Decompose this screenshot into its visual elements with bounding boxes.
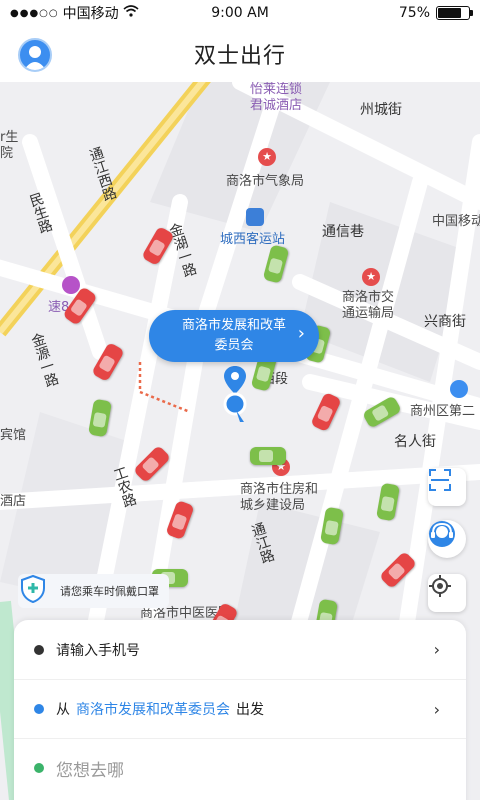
poi-tongxin: 通信巷	[322, 224, 364, 240]
car-window	[267, 257, 284, 275]
shield-icon	[21, 574, 45, 604]
car-window	[92, 412, 107, 428]
car-icon	[250, 447, 286, 465]
destination-row[interactable]: 您想去哪	[14, 738, 466, 797]
origin-row[interactable]: 从 商洛市发展和改革委员会 出发 ›	[14, 679, 466, 738]
poi-mobile: 中国移动	[432, 214, 480, 229]
customer-service-icon	[429, 521, 455, 547]
app-header: 双士出行	[0, 26, 480, 82]
user-avatar-icon[interactable]	[18, 38, 52, 72]
wifi-icon	[123, 5, 139, 21]
red-star-icon-2: ★	[362, 268, 380, 286]
poi-jiaotong: 商洛市交 通运输局	[342, 290, 395, 321]
mask-notice: 请您乘车时佩戴口罩	[18, 574, 169, 608]
purple-hotel-icon	[62, 276, 80, 294]
status-bar: ●●●○○ 中国移动 9:00 AM 75%	[0, 0, 480, 26]
car-window	[259, 450, 273, 462]
poi-zhoucheng: 州城街	[360, 102, 402, 118]
car-window	[255, 365, 272, 383]
locate-button[interactable]	[428, 574, 466, 612]
destination-input[interactable]: 您想去哪	[56, 756, 124, 781]
poi-left-top: r生 院	[0, 130, 19, 161]
scan-icon	[429, 469, 451, 491]
current-location-text: 商洛市发展和改革委员会	[181, 318, 286, 353]
poi-hotel-left: 宾馆	[0, 428, 27, 443]
current-location-bubble[interactable]: 商洛市发展和改革委员会 ›	[149, 310, 319, 362]
car-window	[371, 404, 390, 422]
location-pin-icon	[222, 364, 248, 424]
scan-button[interactable]	[428, 468, 466, 506]
chevron-right-icon: ›	[433, 640, 440, 659]
poi-qixiang: 商洛市气象局	[226, 174, 305, 189]
signal-icon: ●●●○○	[10, 7, 59, 19]
dark-dot	[34, 644, 44, 655]
poi-hotel-left2: 酒店	[0, 494, 27, 509]
phone-placeholder: 请输入手机号	[56, 642, 140, 659]
origin-suffix: 出发	[236, 702, 264, 718]
app-title: 双士出行	[193, 44, 286, 69]
poi-zhujian: 商洛市住房和 城乡建设局	[240, 482, 319, 513]
poi-shangzhou: 商州区第二	[410, 404, 476, 419]
chevron-right-icon-2: ›	[433, 699, 440, 719]
status-right: 75%	[398, 5, 473, 21]
mask-notice-text: 请您乘车时佩戴口罩	[60, 585, 159, 598]
car-window	[380, 496, 395, 512]
poi-yilai: 怡莱连锁 君诚酒店	[250, 82, 303, 113]
car-window	[98, 354, 116, 373]
battery-percent: 75%	[398, 5, 430, 21]
bus-icon	[246, 208, 264, 226]
blue-school-icon	[450, 380, 468, 398]
locate-icon	[429, 575, 451, 597]
status-left: ●●●○○ 中国移动	[10, 3, 139, 23]
red-star-icon: ★	[258, 148, 276, 166]
carrier-label: 中国移动	[62, 6, 119, 22]
car-window	[171, 513, 188, 531]
poi-mingren: 名人街	[394, 434, 436, 450]
origin-prefix: 从	[56, 702, 70, 718]
battery-icon	[436, 6, 473, 20]
green-dot	[34, 763, 44, 773]
chevron-right-icon: ›	[297, 323, 305, 344]
poi-xingshang: 兴商街	[424, 314, 466, 330]
battery-fill	[438, 8, 461, 18]
origin-place: 商洛市发展和改革委员会	[76, 702, 230, 718]
blue-dot	[34, 704, 44, 714]
phone-row[interactable]: 请输入手机号 ›	[14, 620, 466, 679]
customer-service-button[interactable]	[428, 520, 466, 558]
car-window	[69, 298, 88, 317]
status-time: 9:00 AM	[211, 5, 269, 21]
trip-panel: 请输入手机号 › 从 商洛市发展和改革委员会 出发 › 您想去哪	[14, 620, 466, 800]
car-window	[148, 238, 166, 257]
car-window	[316, 404, 334, 423]
car-window	[324, 520, 339, 536]
